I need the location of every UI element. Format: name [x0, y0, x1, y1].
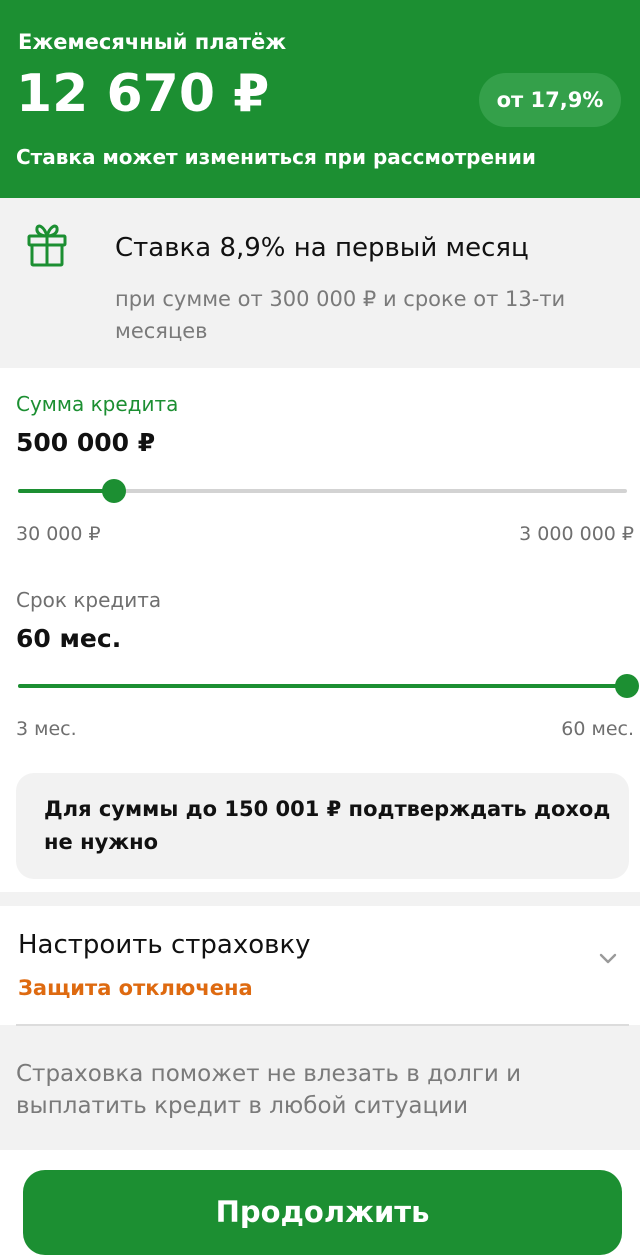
income-info-text: Для суммы до 150 001 ₽ подтверждать дохо… [44, 797, 611, 854]
insurance-title: Настроить страховку [18, 930, 311, 960]
loan-amount-slider[interactable] [18, 479, 627, 503]
promo-description: при сумме от 300 000 ₽ и сроке от 13-ти … [115, 287, 566, 343]
chevron-down-icon[interactable] [596, 946, 620, 970]
loan-amount-slider-thumb[interactable] [101, 479, 126, 503]
loan-amount-min: 30 000 ₽ [16, 523, 101, 545]
loan-calculator-screen: Ежемесячный платёж 12 670 ₽ от 17,9% Ста… [0, 0, 640, 1259]
divider [16, 1024, 629, 1026]
loan-term-max: 60 мес. [561, 718, 634, 740]
loan-term-value[interactable]: 60 мес. [16, 624, 121, 653]
continue-button[interactable]: Продолжить [23, 1170, 622, 1255]
insurance-status: Защита отключена [18, 976, 253, 1000]
monthly-payment-header: Ежемесячный платёж 12 670 ₽ от 17,9% Ста… [0, 0, 640, 198]
loan-term-label: Срок кредита [16, 588, 162, 612]
interest-rate-badge: от 17,9% [479, 73, 621, 127]
promo-title: Ставка 8,9% на первый месяц [115, 233, 529, 263]
insurance-settings[interactable]: Настроить страховку Защита отключена [0, 906, 640, 1025]
loan-amount-slider-fill [18, 489, 114, 493]
rate-change-note: Ставка может измениться при рассмотрении [16, 145, 536, 169]
loan-term-slider-fill [18, 684, 627, 688]
loan-amount-label: Сумма кредита [16, 392, 179, 416]
loan-term-slider-thumb[interactable] [615, 674, 639, 698]
income-info-box: Для суммы до 150 001 ₽ подтверждать дохо… [16, 773, 629, 879]
monthly-payment-label: Ежемесячный платёж [18, 30, 287, 54]
loan-amount-value[interactable]: 500 000 ₽ [16, 428, 155, 457]
loan-term-slider[interactable] [18, 674, 639, 698]
monthly-payment-amount: 12 670 ₽ [16, 64, 270, 124]
loan-term-min: 3 мес. [16, 718, 77, 740]
gift-icon [27, 224, 67, 267]
insurance-description: Страховка поможет не влезать в долги и в… [16, 1061, 522, 1119]
loan-amount-max: 3 000 000 ₽ [519, 523, 634, 545]
